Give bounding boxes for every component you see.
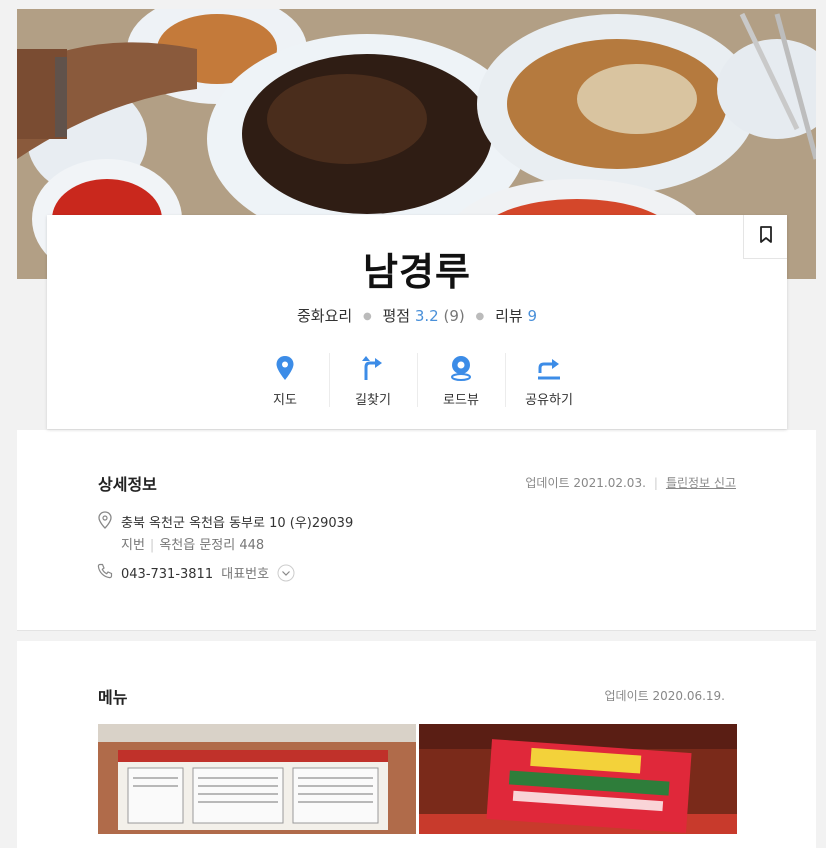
share-button[interactable]: 공유하기	[504, 353, 593, 408]
location-pin-icon	[97, 511, 113, 533]
review-label: 리뷰	[495, 307, 523, 325]
rating-value[interactable]: 3.2	[415, 307, 439, 325]
menu-section: 메뉴 업데이트 2020.06.19.	[17, 641, 816, 848]
menu-photo-sign[interactable]	[419, 724, 737, 834]
menu-title: 메뉴	[98, 688, 128, 707]
phone-row: 043-731-3811 대표번호	[121, 563, 295, 586]
report-link[interactable]: 틀린정보 신고	[666, 476, 736, 490]
share-button-label: 공유하기	[525, 393, 573, 408]
chevron-down-icon[interactable]	[277, 564, 295, 586]
address: 충북 옥천군 옥천읍 동부로 10 (우)29039	[121, 516, 354, 531]
map-button[interactable]: 지도	[242, 353, 329, 408]
action-bar: 지도 길찾기 로드뷰 공유하기	[47, 353, 787, 408]
directions-button-label: 길찾기	[355, 393, 391, 408]
roadview-icon	[418, 353, 505, 383]
phone-icon	[97, 563, 113, 583]
share-icon	[506, 353, 593, 383]
category: 중화요리	[296, 307, 353, 325]
phone-number[interactable]: 043-731-3811	[121, 567, 213, 582]
detail-title: 상세정보	[98, 475, 157, 494]
lot-label: 지번	[121, 538, 145, 553]
rating-label: 평점	[382, 307, 411, 325]
rating-count: (9)	[443, 307, 465, 325]
phone-label: 대표번호	[221, 567, 270, 582]
directions-icon	[330, 353, 417, 383]
lot-address: 옥천읍 문정리 448	[159, 538, 265, 553]
place-meta: 중화요리 ● 평점 3.2 (9) ● 리뷰 9	[296, 307, 537, 325]
place-info-card: 남경루 중화요리 ● 평점 3.2 (9) ● 리뷰 9 지도 길찾기 로드뷰	[47, 215, 787, 429]
menu-photo-board[interactable]	[98, 724, 416, 834]
map-pin-icon	[242, 353, 329, 383]
detail-updated: 업데이트 2021.02.03.	[525, 476, 646, 490]
roadview-button[interactable]: 로드뷰	[416, 353, 505, 408]
lot-address-row: 지번 | 옥천읍 문정리 448	[121, 538, 265, 553]
detail-update-meta: 업데이트 2021.02.03. | 틀린정보 신고	[525, 476, 736, 490]
directions-button[interactable]: 길찾기	[328, 353, 417, 408]
review-count[interactable]: 9	[527, 307, 537, 325]
map-button-label: 지도	[273, 393, 297, 408]
detail-section: 상세정보 업데이트 2021.02.03. | 틀린정보 신고 충북 옥천군 옥천읍…	[17, 430, 816, 631]
roadview-button-label: 로드뷰	[443, 393, 479, 408]
place-name: 남경루	[363, 250, 471, 294]
menu-updated: 업데이트 2020.06.19.	[604, 689, 726, 703]
